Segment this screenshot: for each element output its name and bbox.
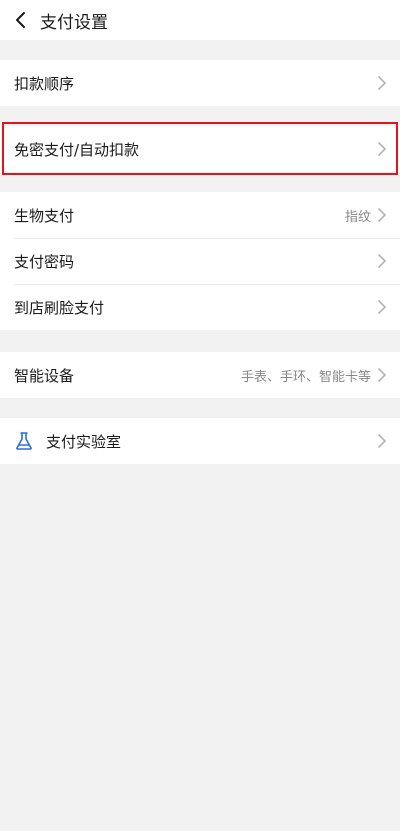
payment-order-group: 扣款顺序: [0, 60, 400, 106]
smart-devices-group: 智能设备 手表、手环、智能卡等: [0, 352, 400, 398]
back-button[interactable]: [0, 0, 40, 40]
payment-lab-group: 支付实验室: [0, 418, 400, 464]
payment-password-label: 支付密码: [14, 252, 75, 271]
chevron-right-icon: [377, 367, 387, 383]
payment-lab-row[interactable]: 支付实验室: [0, 418, 400, 464]
chevron-right-icon: [377, 433, 387, 449]
smart-devices-row[interactable]: 智能设备 手表、手环、智能卡等: [0, 352, 400, 398]
flask-icon: [14, 431, 34, 451]
face-pay-label: 到店刷脸支付: [14, 298, 105, 317]
auto-debit-label: 免密支付/自动扣款: [14, 140, 140, 159]
chevron-right-icon: [377, 299, 387, 315]
chevron-right-icon: [377, 75, 387, 91]
smart-devices-value: 手表、手环、智能卡等: [240, 369, 371, 385]
chevron-left-icon: [16, 12, 25, 28]
page-title: 支付设置: [40, 12, 108, 33]
payment-order-label: 扣款顺序: [14, 74, 75, 93]
chevron-right-icon: [377, 141, 387, 157]
biometric-pay-label: 生物支付: [14, 206, 75, 225]
nav-header: 支付设置: [0, 0, 400, 40]
auto-debit-row[interactable]: 免密支付/自动扣款: [0, 126, 400, 172]
smart-devices-label: 智能设备: [14, 366, 75, 385]
payment-order-row[interactable]: 扣款顺序: [0, 60, 400, 106]
face-pay-row[interactable]: 到店刷脸支付: [0, 284, 400, 330]
biometric-pay-value: 指纹: [344, 209, 371, 225]
biometric-pay-row[interactable]: 生物支付 指纹: [0, 192, 400, 238]
payment-password-row[interactable]: 支付密码: [0, 238, 400, 284]
chevron-right-icon: [377, 253, 387, 269]
payment-lab-label: 支付实验室: [46, 432, 122, 451]
auto-debit-group: 免密支付/自动扣款: [0, 126, 400, 172]
chevron-right-icon: [377, 207, 387, 223]
security-group: 生物支付 指纹 支付密码 到店刷脸支付: [0, 192, 400, 330]
